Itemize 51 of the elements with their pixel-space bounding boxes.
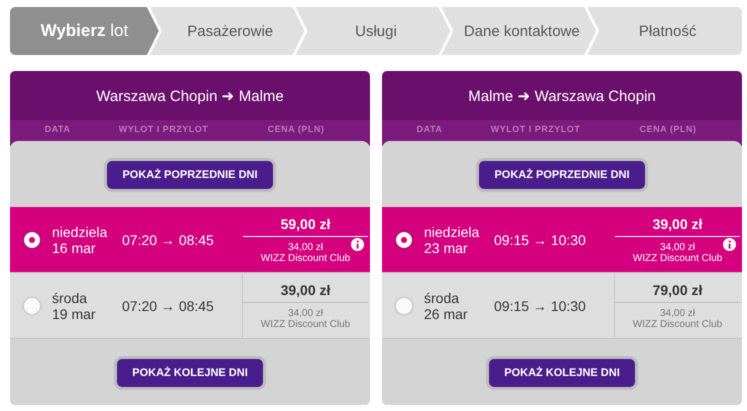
flight-times: 09:15 → 10:30 <box>494 232 587 248</box>
flight-times: 07:20 → 08:45 <box>122 298 215 314</box>
column-header: CENA (PLN) <box>638 124 698 134</box>
next-days-button[interactable]: POKAŻ KOLEJNE DNI <box>114 356 266 390</box>
route-title: Malme ➜ Warszawa Chopin <box>382 71 742 120</box>
flight-times: 09:15 → 10:30 <box>494 298 587 314</box>
day-name: środa <box>52 290 88 306</box>
flight-times: 07:20 → 08:45 <box>122 232 215 248</box>
flight-date: 19 mar <box>52 306 97 322</box>
info-icon[interactable] <box>723 238 736 251</box>
flight-row[interactable]: niedziela 16 mar 07:20 → 08:45 59,00 zł 34,00 zł WIZZ Discount Club <box>10 207 370 273</box>
day-name: środa <box>424 290 460 306</box>
club-label: WIZZ Discount Club <box>260 252 350 264</box>
flight-row[interactable]: niedziela 23 mar 09:15 → 10:30 39,00 zł 34,00 zł WIZZ Discount Club <box>382 207 742 273</box>
info-icon[interactable] <box>351 238 364 251</box>
day-name: niedziela <box>424 224 480 240</box>
club-label: WIZZ Discount Club <box>632 252 722 264</box>
route-title: Warszawa Chopin ➜ Malme <box>10 71 370 120</box>
flight-date: 16 mar <box>52 240 97 256</box>
club-price: 34,00 zł <box>660 308 696 318</box>
progress-step[interactable]: Płatność <box>587 7 742 55</box>
flight-row[interactable]: środa 19 mar 07:20 → 08:45 39,00 zł 34,00 zł WIZZ Discount Club <box>10 273 370 339</box>
club-price: 34,00 zł <box>288 242 324 252</box>
next-days-button[interactable]: POKAŻ KOLEJNE DNI <box>486 356 638 390</box>
club-price: 34,00 zł <box>288 308 324 318</box>
radio-button[interactable] <box>396 298 412 314</box>
fare-price: 39,00 zł <box>243 282 368 302</box>
club-label: WIZZ Discount Club <box>632 318 722 330</box>
radio-button[interactable] <box>24 232 40 248</box>
progress-step[interactable]: Dane kontaktowe <box>441 7 596 55</box>
club-label: WIZZ Discount Club <box>260 318 350 330</box>
club-price: 34,00 zł <box>660 242 696 252</box>
radio-button[interactable] <box>396 232 412 248</box>
progress-step[interactable]: Usługi <box>296 7 450 55</box>
fare-price: 59,00 zł <box>243 216 368 236</box>
column-header: DATA <box>44 124 72 134</box>
progress-step[interactable]: Pasażerowie <box>150 7 305 55</box>
column-header: DATA <box>416 124 444 134</box>
progress-step[interactable]: Wybierz lot <box>10 7 159 55</box>
column-header: WYLOT I PRZYLOT <box>118 124 210 134</box>
radio-button[interactable] <box>24 298 40 314</box>
day-name: niedziela <box>52 224 108 240</box>
previous-days-button[interactable]: POKAŻ POPRZEDNIE DNI <box>476 158 648 192</box>
fare-price: 79,00 zł <box>615 282 740 302</box>
flight-row[interactable]: środa 26 mar 09:15 → 10:30 79,00 zł 34,00 zł WIZZ Discount Club <box>382 273 742 339</box>
column-header: CENA (PLN) <box>266 124 326 134</box>
previous-days-button[interactable]: POKAŻ POPRZEDNIE DNI <box>104 158 276 192</box>
flight-date: 26 mar <box>424 306 469 322</box>
flight-date: 23 mar <box>424 240 469 256</box>
column-header: WYLOT I PRZYLOT <box>490 124 582 134</box>
fare-price: 39,00 zł <box>615 216 740 236</box>
